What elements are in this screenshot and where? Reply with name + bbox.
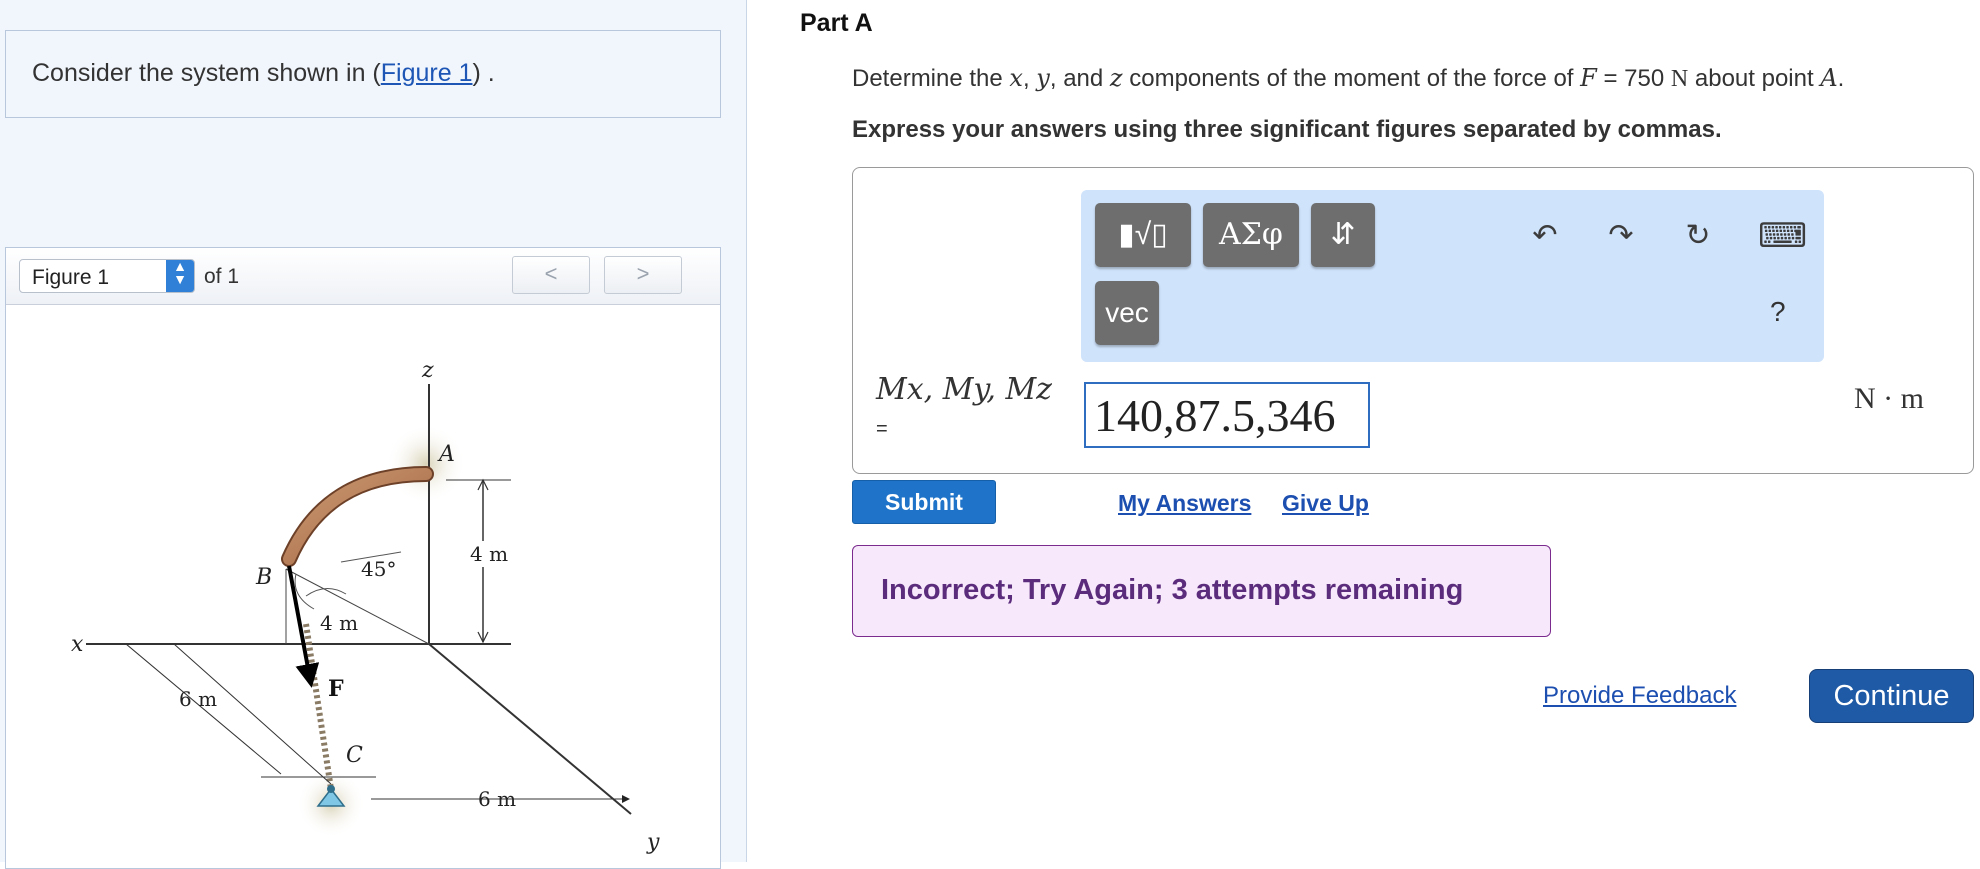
intro-prefix: Consider the system shown in ( — [32, 59, 381, 87]
continue-button[interactable]: Continue — [1809, 669, 1974, 723]
feedback-text: Incorrect; Try Again; 3 attempts remaini… — [881, 574, 1464, 606]
label-point-c: C — [346, 743, 363, 768]
figure-select-value: Figure 1 — [32, 266, 110, 289]
label-6m-y: 6 m — [478, 787, 516, 811]
q-f: F — [1580, 64, 1597, 92]
my-answers-link[interactable]: My Answers — [1118, 490, 1251, 517]
figure-link[interactable]: Figure 1 — [381, 59, 473, 87]
q-a: A — [1820, 64, 1838, 92]
label-4m-diagonal: 4 m — [320, 611, 358, 635]
intro-text: Consider the system shown in (Figure 1) … — [32, 59, 495, 88]
label-point-b: B — [255, 565, 272, 590]
label-angle: 45° — [361, 557, 396, 581]
label-4m-vertical: 4 m — [470, 542, 508, 566]
q-end: . — [1837, 65, 1845, 92]
give-up-link[interactable]: Give Up — [1282, 490, 1369, 517]
q-sep1: , — [1022, 65, 1037, 92]
pin-c — [327, 785, 335, 793]
templates-button[interactable]: ▮√▯ — [1095, 203, 1191, 267]
answer-unit: N · m — [1854, 382, 1924, 415]
figure-select[interactable]: Figure 1 ▲ ▼ — [19, 259, 195, 293]
q-z: z — [1109, 64, 1123, 92]
answer-equals: = — [876, 418, 888, 440]
q-sep2: , and — [1049, 65, 1110, 92]
reset-icon[interactable]: ↻ — [1678, 216, 1718, 256]
redo-icon[interactable]: ↷ — [1601, 216, 1641, 256]
vec-button[interactable]: vec — [1095, 281, 1159, 345]
q-about: about point — [1688, 65, 1821, 92]
intro-suffix: ) . — [472, 59, 495, 87]
intro-box: Consider the system shown in (Figure 1) … — [5, 30, 721, 118]
figure-diagram: x y z A B C F 45° 4 m 4 m 6 m 6 m — [71, 358, 660, 855]
q-mid: components of the moment of the force of — [1122, 65, 1581, 92]
submit-button[interactable]: Submit — [852, 480, 996, 524]
feedback-box: Incorrect; Try Again; 3 attempts remaini… — [852, 545, 1551, 637]
answer-label: Mx, My, Mz — [876, 372, 1052, 407]
label-point-a: A — [437, 442, 455, 467]
answer-input[interactable]: 140,87.5,346 — [1084, 382, 1370, 448]
label-z-axis: z — [421, 358, 434, 383]
prev-figure-button[interactable]: < — [512, 256, 590, 294]
label-6m-x: 6 m — [179, 687, 217, 711]
y-axis — [428, 643, 632, 815]
next-figure-button[interactable]: > — [604, 256, 682, 294]
figure-toolbar: Figure 1 ▲ ▼ of 1 < > — [6, 248, 720, 305]
cable — [303, 623, 334, 790]
math-toolbar: ▮√▯ ΑΣφ ⇵ vec ↶ ↷ ↻ ⌨ — [1081, 190, 1824, 362]
undo-icon[interactable]: ↶ — [1525, 216, 1565, 256]
provide-feedback-link[interactable]: Provide Feedback — [1543, 682, 1736, 710]
greek-button[interactable]: ΑΣφ — [1203, 203, 1299, 267]
q-x: x — [1009, 64, 1023, 92]
select-arrows-icon: ▲ ▼ — [166, 259, 194, 292]
question-text: Determine the x, y, and z components of … — [852, 64, 1844, 93]
label-force: F — [328, 676, 344, 702]
figure-panel: Figure 1 ▲ ▼ of 1 < > x y z A B C F 45° … — [5, 247, 721, 869]
figure-count-label: of 1 — [204, 265, 240, 288]
q-unit: N — [1670, 66, 1689, 92]
label-x-axis: x — [71, 632, 84, 657]
left-pane: Consider the system shown in (Figure 1) … — [0, 0, 747, 869]
instruction-text: Express your answers using three signifi… — [852, 116, 1722, 143]
keyboard-icon[interactable]: ⌨ — [1758, 216, 1807, 256]
part-title: Part A — [800, 9, 873, 37]
q-prefix: Determine the — [852, 65, 1010, 92]
subscript-button[interactable]: ⇵ — [1311, 203, 1375, 267]
label-y-axis: y — [646, 830, 660, 855]
help-button[interactable]: ? — [1770, 296, 1786, 328]
q-eq: = 750 — [1596, 65, 1671, 92]
q-y: y — [1036, 64, 1050, 92]
